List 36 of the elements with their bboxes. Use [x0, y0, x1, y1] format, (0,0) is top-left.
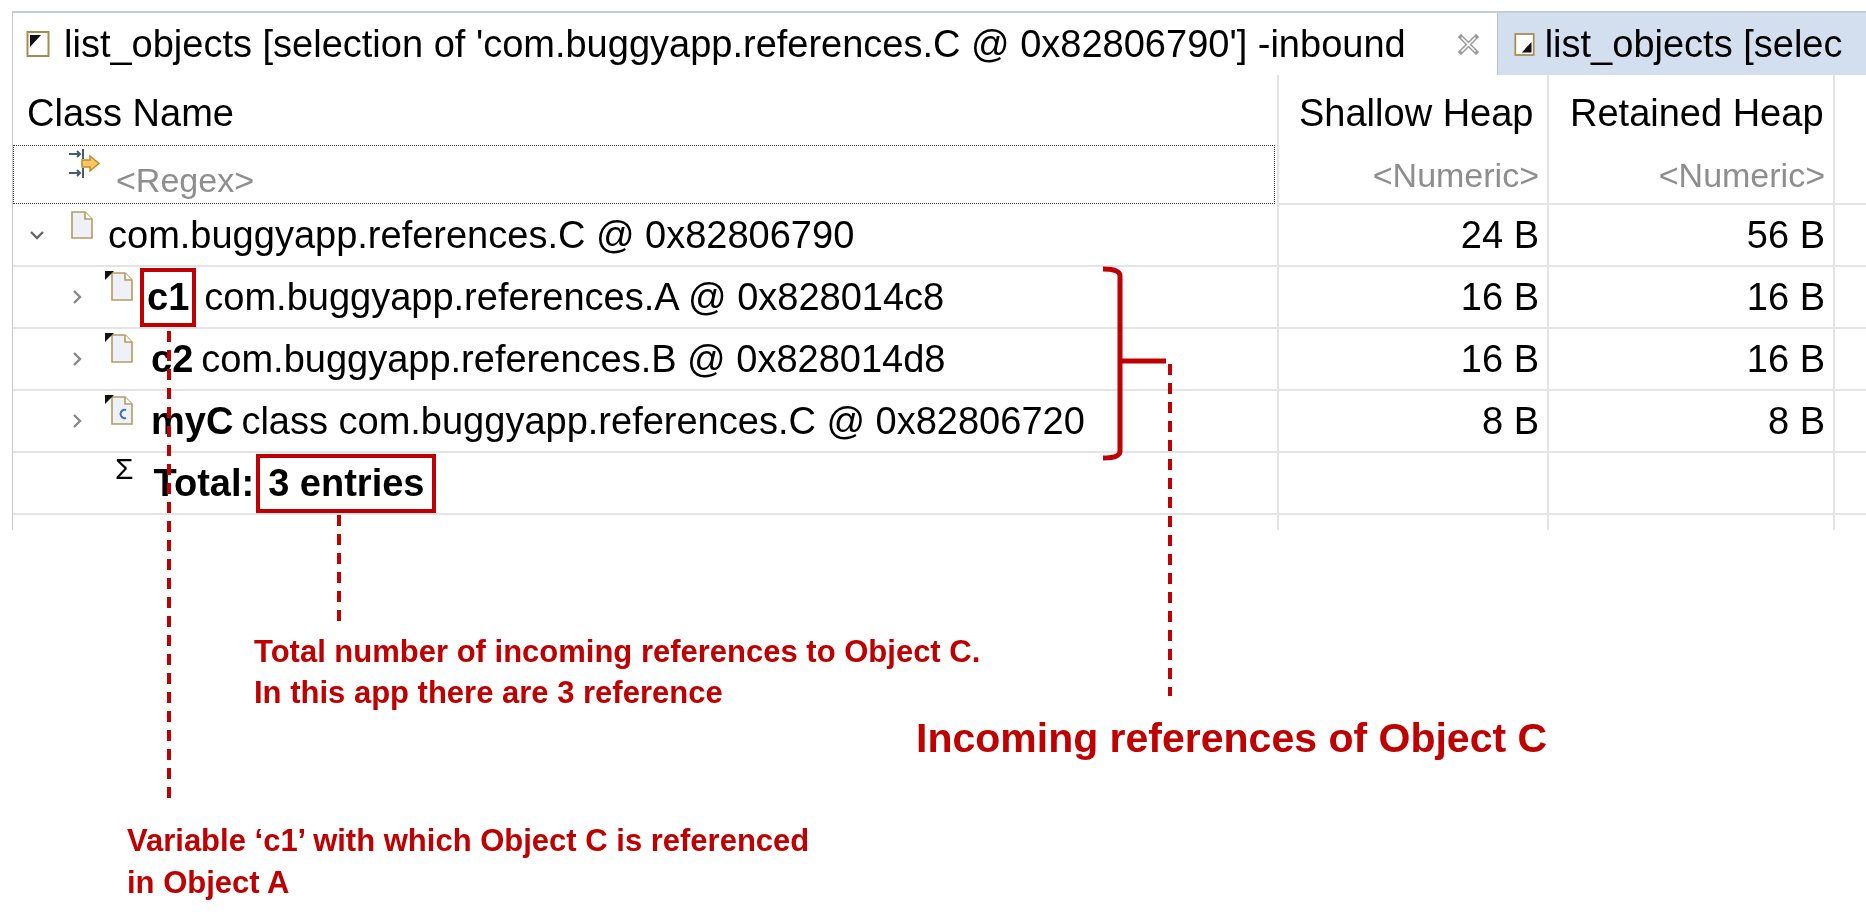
document-icon [1513, 31, 1535, 57]
object-name[interactable]: class com.buggyapp.references.C @ 0x82806720 [241, 399, 1085, 443]
close-icon[interactable] [1457, 33, 1479, 55]
table-cell: 16 B [1279, 329, 1549, 391]
field-name: c2 [151, 337, 194, 381]
filter-field[interactable]: <Numeric> [1279, 156, 1547, 203]
column-header[interactable]: Shallow Heap [1279, 75, 1549, 143]
tab[interactable]: list_objects [selec [1496, 13, 1866, 75]
class-file-icon [105, 395, 136, 425]
object-name[interactable]: com.buggyapp.references.C @ 0x82806790 [108, 213, 855, 257]
table-cell: 16 B [1279, 267, 1549, 329]
table-cell: 8 B [1279, 391, 1549, 453]
file-icon [70, 211, 94, 239]
column-header[interactable]: Retained Heap [1549, 75, 1835, 143]
document-icon [26, 30, 50, 58]
filter-field[interactable]: <Regex> [13, 145, 1275, 204]
column-header[interactable]: Class Name [13, 75, 1279, 143]
table-cell: 24 B [1279, 205, 1549, 267]
callout-text: Variable ‘c1’ with which Object C is referenced in Object A [127, 822, 810, 902]
field-name: myC [151, 399, 234, 443]
file-icon [105, 333, 136, 363]
callout-text: Total number of incoming references to Object C. In this app there are 3 reference [254, 633, 981, 712]
filter-field[interactable]: <Numeric> [1549, 156, 1833, 203]
object-name[interactable]: com.buggyapp.references.B @ 0x828014d8 [201, 337, 946, 381]
object-name[interactable]: com.buggyapp.references.A @ 0x828014c8 [204, 275, 945, 319]
total-count: 3 entries [268, 461, 425, 505]
table-cell: 16 B [1549, 329, 1835, 391]
sum-symbol: Σ [115, 453, 134, 485]
table-cell: 8 B [1549, 391, 1835, 453]
field-name: c1 [147, 275, 190, 319]
filter-icon [67, 147, 101, 180]
table-cell: 56 B [1549, 205, 1835, 267]
file-icon [105, 271, 136, 301]
callout-text: Incoming references of Object C [916, 714, 1548, 763]
table-cell: 16 B [1549, 267, 1835, 329]
total-label: Total: [153, 461, 255, 505]
